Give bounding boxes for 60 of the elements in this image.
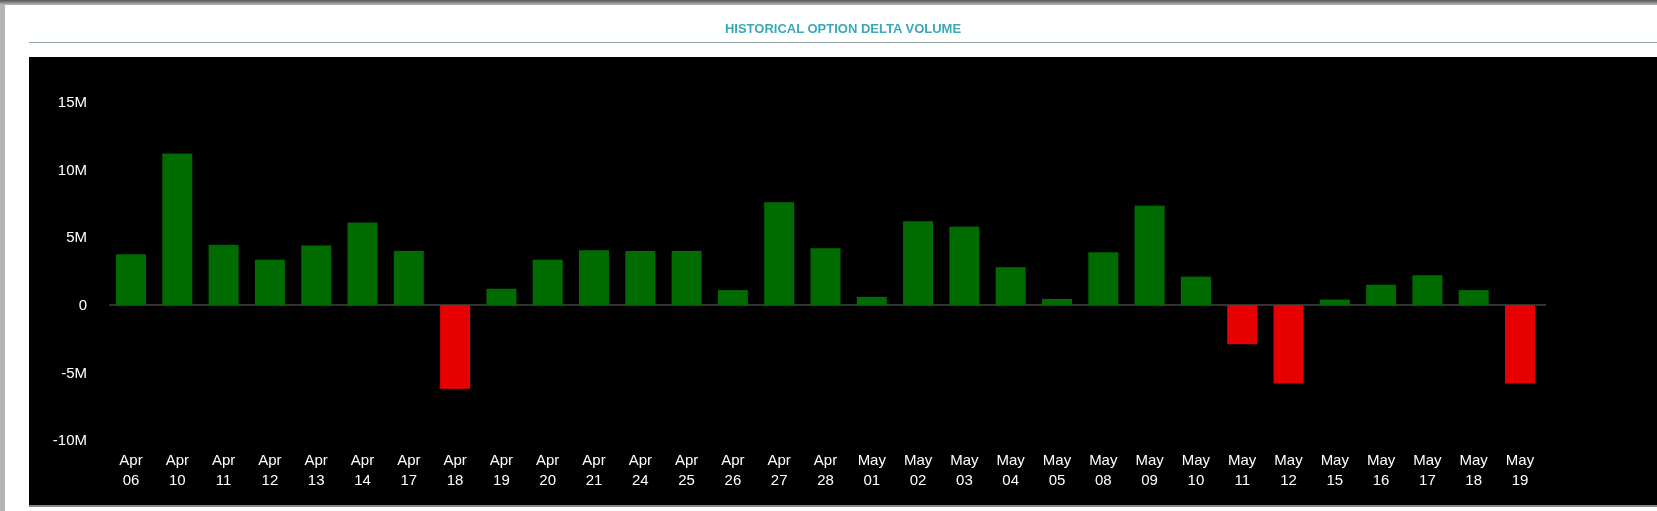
bar <box>208 244 239 305</box>
bar <box>717 289 748 305</box>
bar <box>393 250 424 305</box>
x-axis-label: May 01 <box>857 450 886 488</box>
bar <box>995 266 1026 305</box>
bar <box>1180 276 1211 305</box>
y-axis-label: -10M <box>52 430 87 448</box>
y-axis-label: 15M <box>57 92 87 110</box>
x-axis-label: Apr 20 <box>536 450 560 488</box>
bar <box>116 253 146 305</box>
x-axis-label: Apr 13 <box>304 450 328 488</box>
bar <box>1366 284 1397 305</box>
x-axis-label: Apr 25 <box>674 450 699 488</box>
x-axis-label: Apr 28 <box>813 450 838 488</box>
x-axis-label: Apr 21 <box>582 450 606 488</box>
bar <box>254 259 285 305</box>
bar <box>1088 251 1119 305</box>
x-axis-label: May 09 <box>1135 450 1164 488</box>
bar <box>1412 274 1443 305</box>
x-axis-label: Apr 18 <box>443 450 467 488</box>
x-axis-label: May 16 <box>1366 450 1396 488</box>
x-axis-label: May 18 <box>1459 450 1488 488</box>
x-axis-label: May 05 <box>1042 450 1072 488</box>
bar <box>579 249 609 305</box>
bar <box>1319 299 1350 305</box>
x-axis-label: Apr 27 <box>767 450 791 488</box>
x-axis-label: May 08 <box>1089 450 1118 488</box>
x-axis-label: Apr 06 <box>119 450 143 488</box>
bar <box>532 259 563 305</box>
x-axis-label: Apr 10 <box>165 450 189 488</box>
chart-title: HISTORICAL OPTION DELTA VOLUME <box>724 20 962 38</box>
y-axis-label: 0 <box>78 295 87 313</box>
x-axis-label: May 17 <box>1413 450 1442 488</box>
x-axis-label: Apr 17 <box>397 450 421 488</box>
x-axis-label: May 12 <box>1274 450 1303 488</box>
x-axis-label: Apr 24 <box>628 450 652 488</box>
x-axis-label: May 10 <box>1181 450 1211 488</box>
x-axis-label: Apr 12 <box>258 450 282 488</box>
bar <box>1458 289 1489 305</box>
x-axis-label: Apr 19 <box>489 450 514 488</box>
bar <box>625 250 656 305</box>
x-axis-label: May 19 <box>1505 450 1535 488</box>
bar <box>1227 304 1258 344</box>
x-axis-label: May 03 <box>950 450 979 488</box>
bar <box>671 250 702 305</box>
x-axis-label: Apr 26 <box>721 450 745 488</box>
x-axis-label: May 15 <box>1320 450 1349 488</box>
bar <box>486 288 517 305</box>
x-axis-label: Apr 14 <box>350 450 375 488</box>
x-axis-label: May 11 <box>1228 450 1257 488</box>
y-axis-label: 10M <box>57 160 87 178</box>
y-axis-label: 5M <box>66 227 87 245</box>
x-axis-label: May 02 <box>903 450 933 488</box>
x-axis-label: May 04 <box>996 450 1025 488</box>
bar <box>1042 298 1072 305</box>
bar <box>856 296 887 305</box>
x-axis-label: Apr 11 <box>211 450 236 488</box>
bar <box>810 247 841 305</box>
bar <box>301 245 332 305</box>
y-axis-label: -5M <box>61 363 87 381</box>
